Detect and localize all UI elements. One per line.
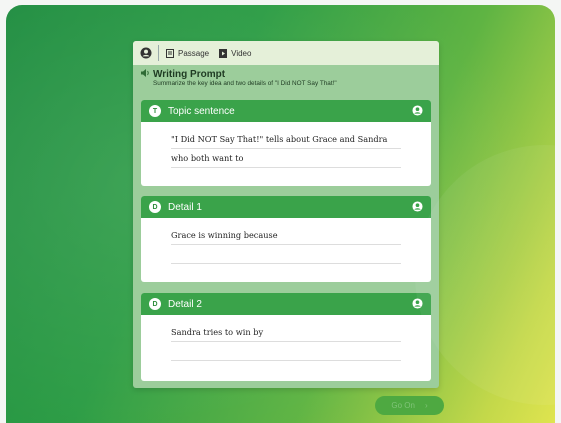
writing-prompt: Writing Prompt Summarize the key idea an… bbox=[133, 65, 439, 93]
passage-button[interactable]: Passage bbox=[166, 48, 210, 58]
video-button[interactable]: Video bbox=[219, 48, 252, 58]
card-body[interactable]: "I Did NOT Say That!" tells about Grace … bbox=[141, 122, 431, 168]
video-icon bbox=[219, 48, 228, 58]
go-on-label: Go On bbox=[391, 401, 415, 410]
card-title: Detail 1 bbox=[168, 201, 202, 213]
card-badge: T bbox=[149, 105, 161, 117]
user-icon[interactable] bbox=[139, 46, 153, 60]
text-line[interactable]: Grace is winning because bbox=[171, 226, 401, 245]
go-on-button[interactable]: Go On › bbox=[375, 396, 444, 415]
card-title: Detail 2 bbox=[168, 298, 202, 310]
writing-panel: Passage Video Writing Prompt Summarize t… bbox=[133, 41, 439, 388]
speaker-icon[interactable] bbox=[141, 69, 150, 77]
card-header: D Detail 1 bbox=[141, 196, 431, 218]
prompt-title: Writing Prompt bbox=[153, 69, 226, 80]
text-line[interactable]: "I Did NOT Say That!" tells about Grace … bbox=[171, 130, 401, 149]
card-title: Topic sentence bbox=[168, 105, 235, 117]
toolbar: Passage Video bbox=[133, 41, 439, 65]
card-body[interactable]: Grace is winning because bbox=[141, 218, 431, 264]
text-line[interactable]: Sandra tries to win by bbox=[171, 323, 401, 342]
user-icon[interactable] bbox=[412, 201, 423, 212]
text-line[interactable] bbox=[171, 245, 401, 264]
document-icon bbox=[166, 48, 174, 58]
user-icon[interactable] bbox=[412, 298, 423, 309]
text-line[interactable]: who both want to bbox=[171, 149, 401, 168]
card-body[interactable]: Sandra tries to win by bbox=[141, 315, 431, 361]
video-label: Video bbox=[231, 48, 252, 58]
detail-2-card: D Detail 2 Sandra tries to win by bbox=[141, 293, 431, 381]
arrow-right-icon: › bbox=[424, 401, 428, 410]
topic-sentence-card: T Topic sentence "I Did NOT Say That!" t… bbox=[141, 100, 431, 186]
app-background: Passage Video Writing Prompt Summarize t… bbox=[6, 5, 555, 423]
card-header: D Detail 2 bbox=[141, 293, 431, 315]
prompt-subtitle: Summarize the key idea and two details o… bbox=[153, 80, 337, 87]
passage-label: Passage bbox=[178, 48, 210, 58]
card-badge: D bbox=[149, 298, 161, 310]
user-icon[interactable] bbox=[412, 105, 423, 116]
text-line[interactable] bbox=[171, 342, 401, 361]
card-badge: D bbox=[149, 201, 161, 213]
toolbar-divider bbox=[158, 45, 159, 61]
card-header: T Topic sentence bbox=[141, 100, 431, 122]
detail-1-card: D Detail 1 Grace is winning because bbox=[141, 196, 431, 282]
